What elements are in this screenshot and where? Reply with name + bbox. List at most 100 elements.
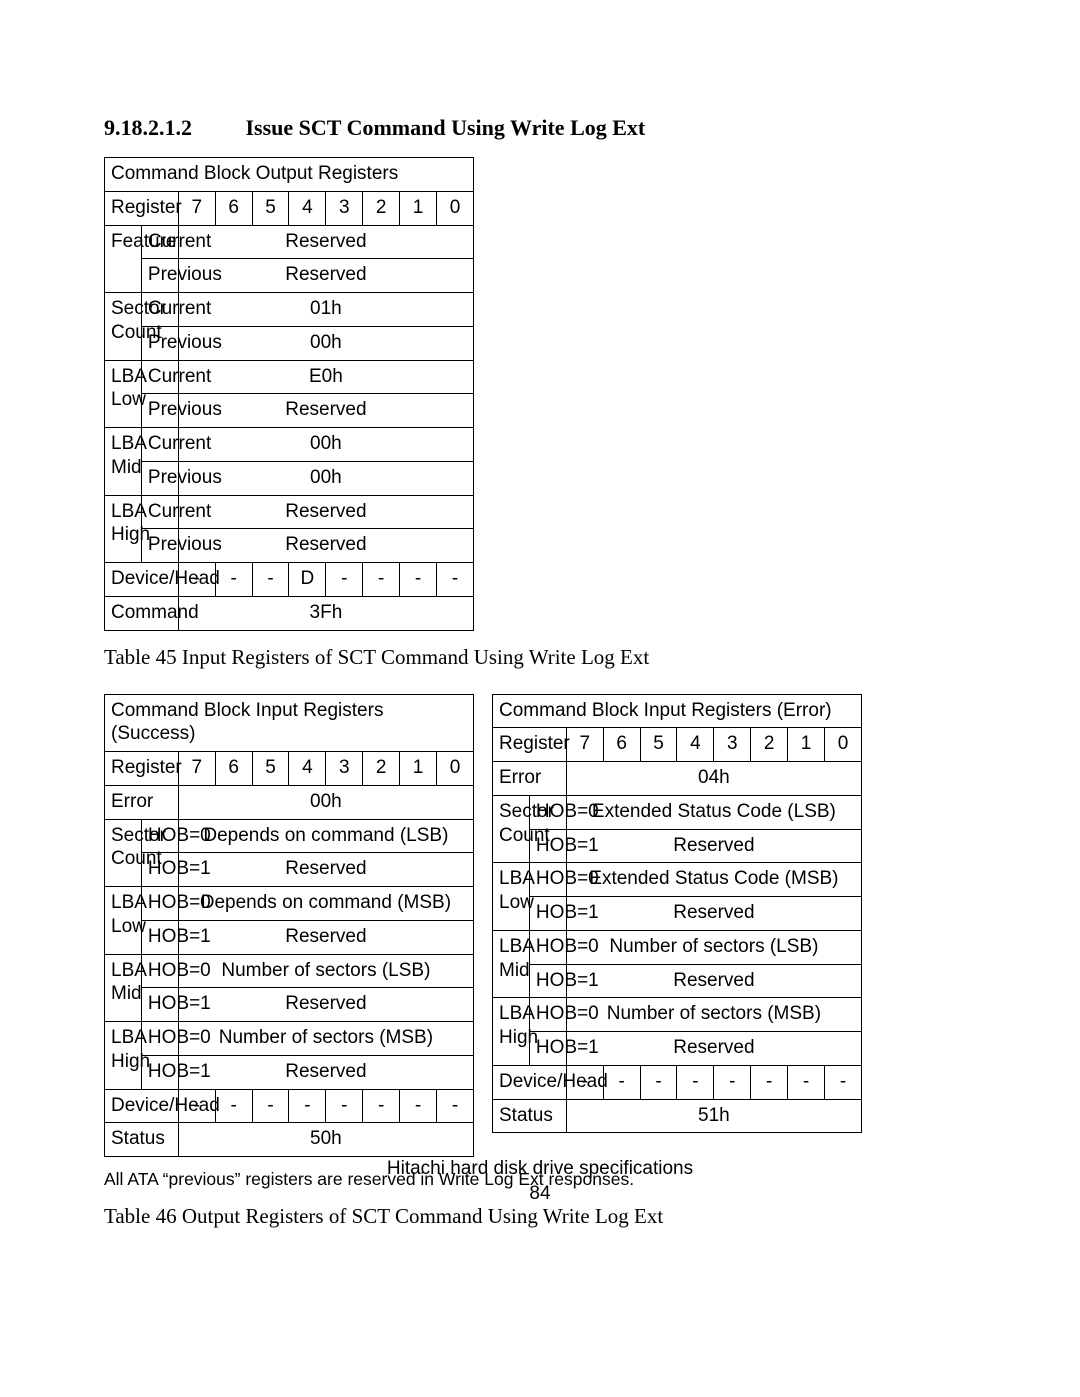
register-name: LBA Low bbox=[493, 863, 530, 931]
register-header: Register bbox=[105, 191, 179, 225]
bit-value: - bbox=[825, 1065, 862, 1099]
bit-header: 0 bbox=[437, 752, 474, 786]
table-input-registers-error: Command Block Input Registers (Error)Reg… bbox=[492, 694, 862, 1134]
bit-value: - bbox=[751, 1065, 788, 1099]
register-value: 00h bbox=[178, 785, 473, 819]
table-46-caption: Table 46 Output Registers of SCT Command… bbox=[104, 1204, 976, 1229]
table-row: Previous00h bbox=[105, 461, 474, 495]
register-value: Reserved bbox=[178, 259, 473, 293]
register-value: Reserved bbox=[566, 897, 861, 931]
register-name: LBA Low bbox=[105, 360, 142, 428]
table-row: LBA MidHOB=0Number of sectors (LSB) bbox=[105, 954, 474, 988]
bit-header: 1 bbox=[400, 752, 437, 786]
register-sub: HOB=1 bbox=[141, 988, 178, 1022]
table-row: LBA LowCurrentE0h bbox=[105, 360, 474, 394]
table-row: FeatureCurrentReserved bbox=[105, 225, 474, 259]
bit-value: - bbox=[363, 563, 400, 597]
register-name: Sector Count bbox=[105, 293, 142, 361]
register-name: LBA Mid bbox=[105, 428, 142, 496]
table-row: Status50h bbox=[105, 1123, 474, 1157]
bit-header: 4 bbox=[289, 752, 326, 786]
page-footer: Hitachi hard disk drive specifications 8… bbox=[0, 1156, 1080, 1207]
table-row: Command Block Input Registers (Success) bbox=[105, 694, 474, 752]
bit-value: - bbox=[215, 563, 252, 597]
register-value: 04h bbox=[566, 762, 861, 796]
bit-header: 5 bbox=[252, 752, 289, 786]
register-value: Reserved bbox=[178, 394, 473, 428]
footer-line-2: 84 bbox=[0, 1181, 1080, 1207]
bit-header: 4 bbox=[677, 728, 714, 762]
table-row: Register76543210 bbox=[105, 191, 474, 225]
register-sub: HOB=1 bbox=[529, 897, 566, 931]
register-name: Sector Count bbox=[105, 819, 142, 887]
table-row: HOB=1Reserved bbox=[493, 964, 862, 998]
table-row: Sector CountCurrent01h bbox=[105, 293, 474, 327]
table-row: PreviousReserved bbox=[105, 259, 474, 293]
bit-value: - bbox=[326, 563, 363, 597]
table-row: HOB=1Reserved bbox=[493, 897, 862, 931]
bit-header: 3 bbox=[714, 728, 751, 762]
table-row: Command Block Output Registers bbox=[105, 158, 474, 192]
bit-header: 3 bbox=[326, 191, 363, 225]
bit-header: 1 bbox=[788, 728, 825, 762]
bit-header: 0 bbox=[825, 728, 862, 762]
register-value: Reserved bbox=[566, 964, 861, 998]
register-value: Number of sectors (MSB) bbox=[566, 998, 861, 1032]
register-name: Status bbox=[493, 1099, 567, 1133]
bit-value: - bbox=[437, 1089, 474, 1123]
bit-header: 6 bbox=[603, 728, 640, 762]
register-value: Reserved bbox=[566, 1032, 861, 1066]
register-name: LBA High bbox=[105, 1022, 142, 1090]
bit-header: 2 bbox=[363, 191, 400, 225]
register-value: Reserved bbox=[178, 988, 473, 1022]
register-value: 00h bbox=[178, 428, 473, 462]
table-45-caption: Table 45 Input Registers of SCT Command … bbox=[104, 645, 976, 670]
table-title: Command Block Input Registers (Error) bbox=[493, 694, 862, 728]
register-sub: Previous bbox=[141, 394, 178, 428]
register-value: 50h bbox=[178, 1123, 473, 1157]
table-row: Sector CountHOB=0Depends on command (LSB… bbox=[105, 819, 474, 853]
section-number: 9.18.2.1.2 bbox=[104, 115, 192, 141]
register-sub: HOB=1 bbox=[529, 964, 566, 998]
register-value: 01h bbox=[178, 293, 473, 327]
bit-value: D bbox=[289, 563, 326, 597]
register-name: Device/Head bbox=[105, 1089, 179, 1123]
bit-value: - bbox=[640, 1065, 677, 1099]
bit-value: - bbox=[677, 1065, 714, 1099]
table-row: HOB=1Reserved bbox=[105, 988, 474, 1022]
table-title: Command Block Input Registers (Success) bbox=[105, 694, 474, 752]
table-row: LBA MidHOB=0Number of sectors (LSB) bbox=[493, 930, 862, 964]
register-name: Error bbox=[493, 762, 567, 796]
table-row: HOB=1Reserved bbox=[105, 1055, 474, 1089]
bit-header: 6 bbox=[215, 752, 252, 786]
table-row: Command3Fh bbox=[105, 596, 474, 630]
register-value: Number of sectors (LSB) bbox=[566, 930, 861, 964]
register-value: Reserved bbox=[178, 1055, 473, 1089]
register-header: Register bbox=[493, 728, 567, 762]
register-header: Register bbox=[105, 752, 179, 786]
bit-value: - bbox=[326, 1089, 363, 1123]
register-value: Reserved bbox=[178, 853, 473, 887]
table-row: LBA HighHOB=0Number of sectors (MSB) bbox=[105, 1022, 474, 1056]
register-value: 3Fh bbox=[178, 596, 473, 630]
bit-header: 2 bbox=[751, 728, 788, 762]
register-value: Reserved bbox=[566, 829, 861, 863]
register-value: Depends on command (LSB) bbox=[178, 819, 473, 853]
bit-header: 7 bbox=[566, 728, 603, 762]
register-value: 00h bbox=[178, 326, 473, 360]
section-title: Issue SCT Command Using Write Log Ext bbox=[246, 115, 646, 140]
table-row: LBA MidCurrent00h bbox=[105, 428, 474, 462]
bit-value: - bbox=[215, 1089, 252, 1123]
register-value: E0h bbox=[178, 360, 473, 394]
register-value: 00h bbox=[178, 461, 473, 495]
register-name: Status bbox=[105, 1123, 179, 1157]
bit-header: 5 bbox=[252, 191, 289, 225]
register-name: LBA High bbox=[493, 998, 530, 1066]
bit-header: 2 bbox=[363, 752, 400, 786]
table-row: HOB=1Reserved bbox=[105, 853, 474, 887]
register-value: Depends on command (MSB) bbox=[178, 887, 473, 921]
table-row: PreviousReserved bbox=[105, 529, 474, 563]
bit-value: - bbox=[363, 1089, 400, 1123]
bit-value: - bbox=[788, 1065, 825, 1099]
table-row: LBA HighHOB=0Number of sectors (MSB) bbox=[493, 998, 862, 1032]
